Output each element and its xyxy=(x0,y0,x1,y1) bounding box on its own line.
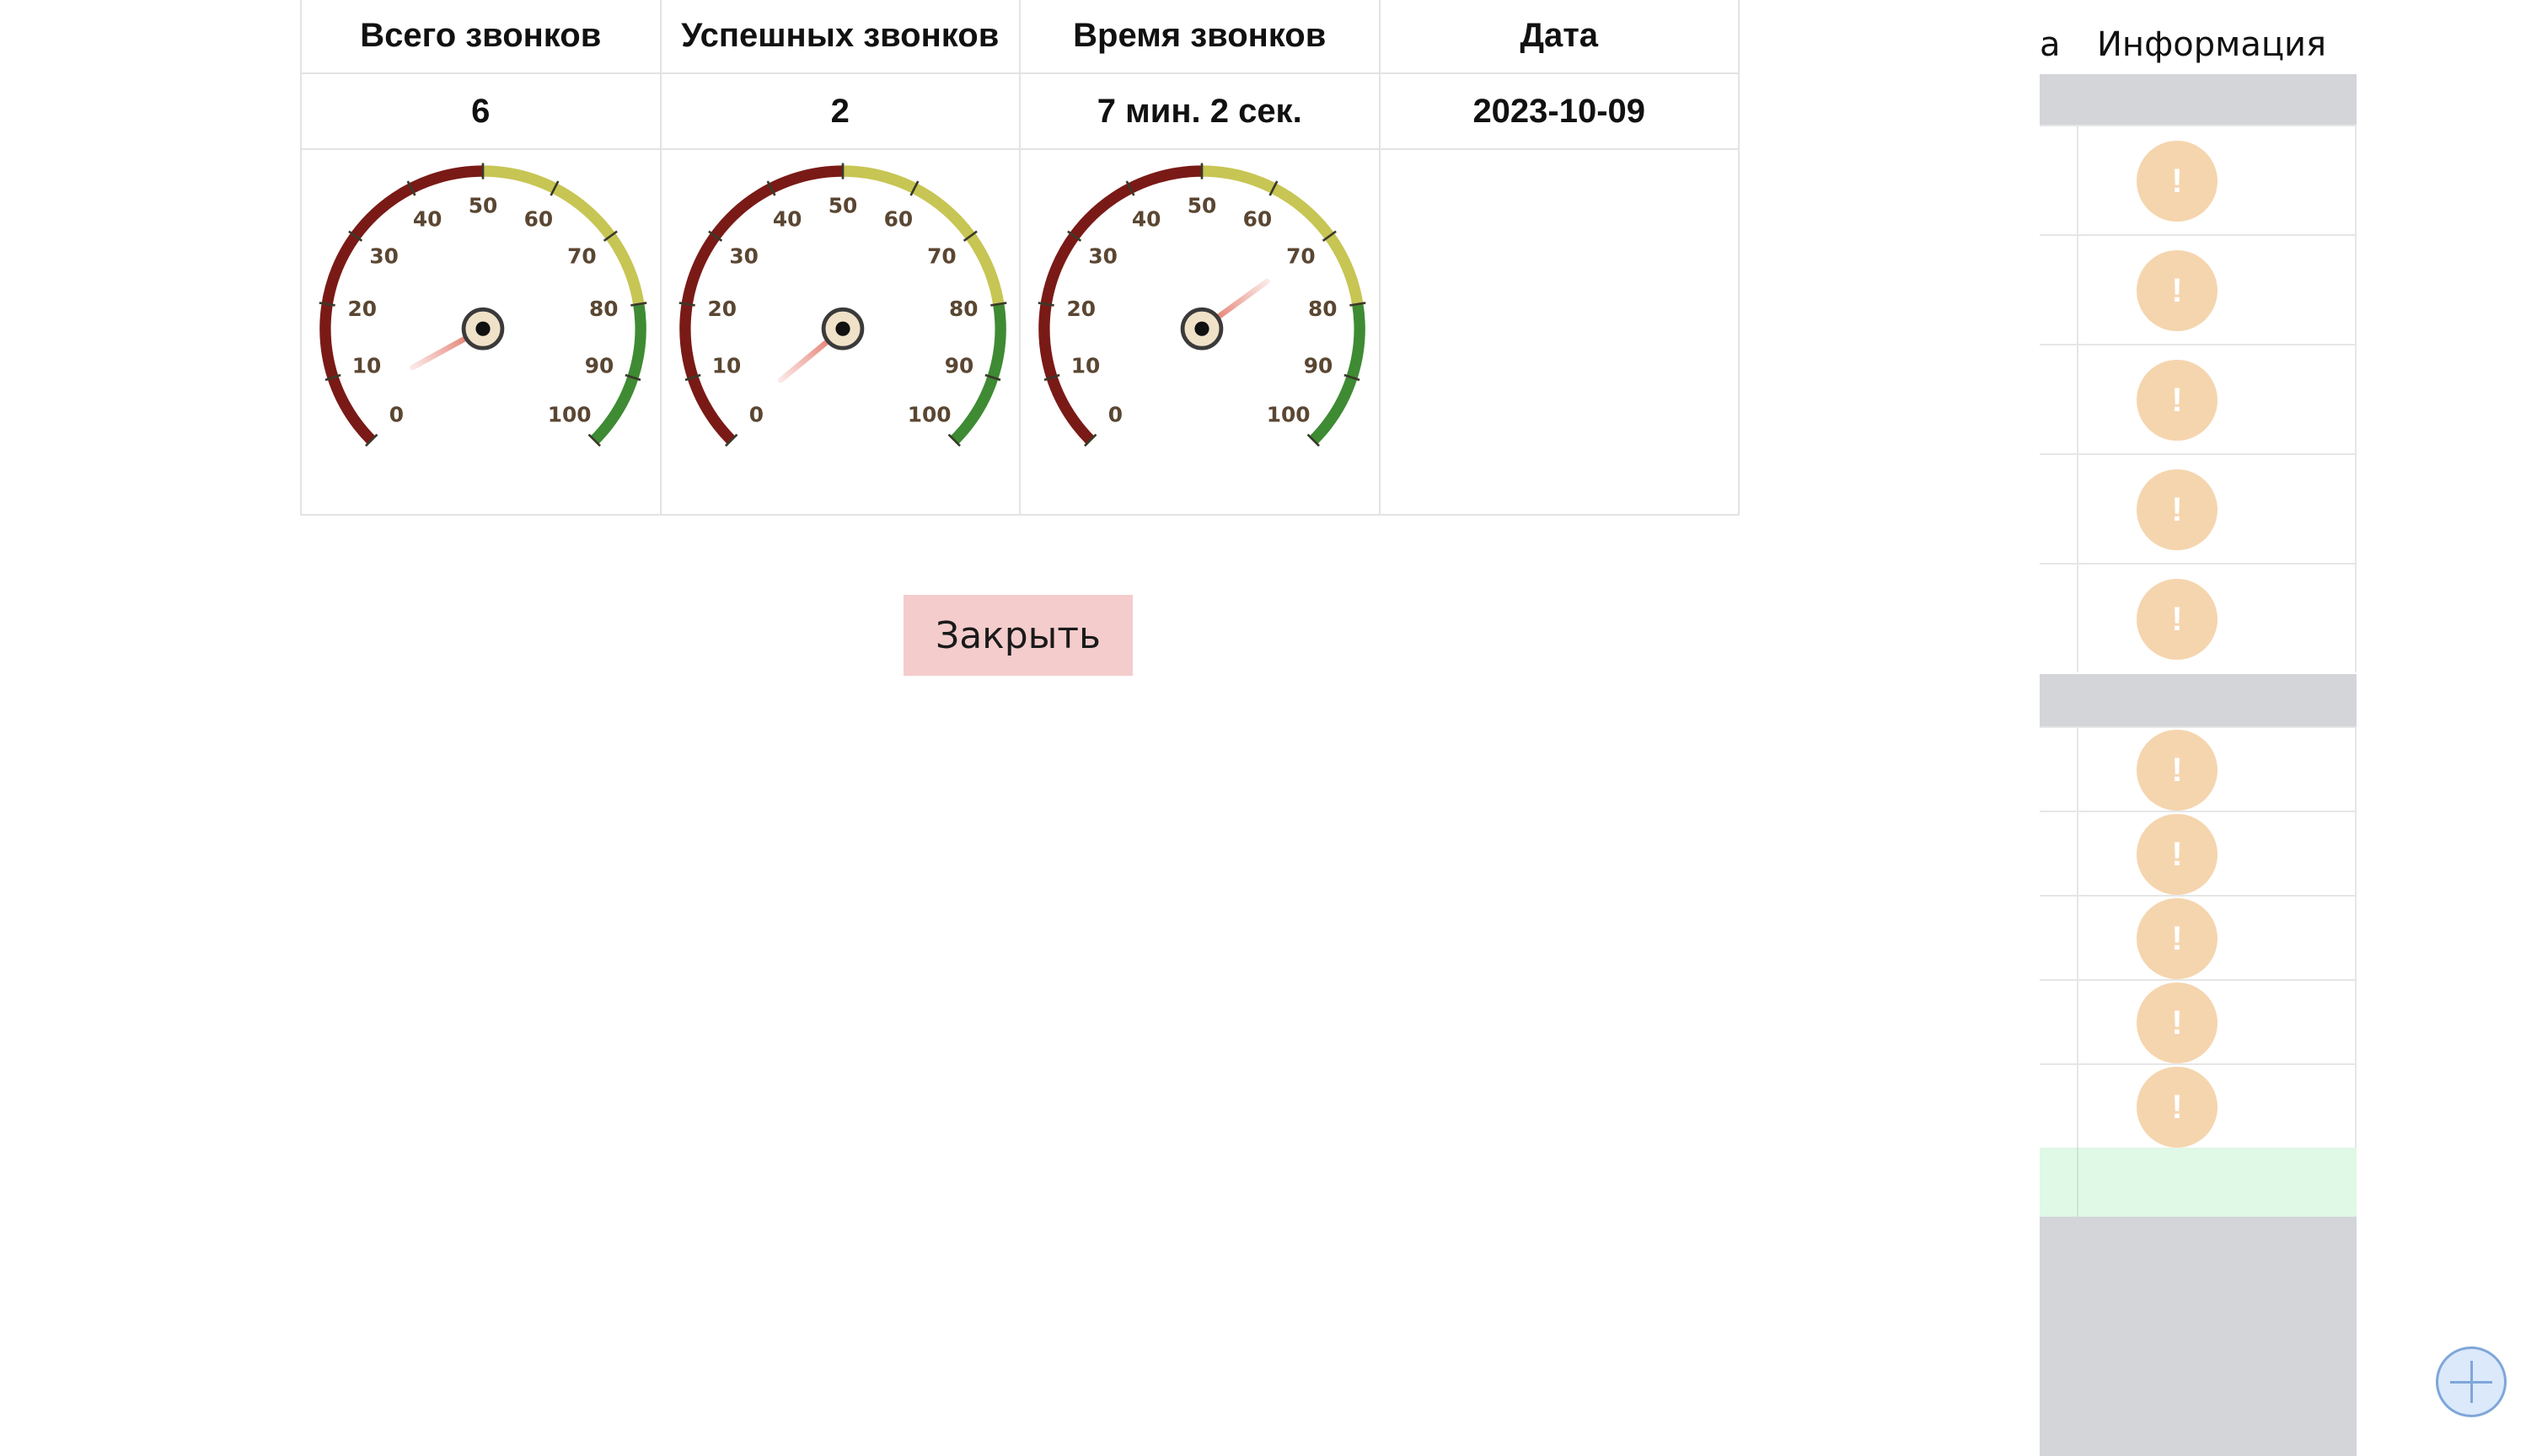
add-button[interactable] xyxy=(2436,1346,2507,1417)
gauge-tick-label: 10 xyxy=(1071,354,1101,378)
warning-icon[interactable]: ! xyxy=(2137,360,2218,441)
panel-row: ! xyxy=(2040,234,2357,344)
gauge-tick-label: 100 xyxy=(548,402,592,426)
gauge-tick-label: 10 xyxy=(352,354,382,378)
warning-icon[interactable]: ! xyxy=(2137,250,2218,331)
warning-icon[interactable]: ! xyxy=(2137,898,2218,979)
header-total-calls: Всего звонков xyxy=(300,0,662,74)
panel-cell xyxy=(2040,126,2078,234)
warning-icon[interactable]: ! xyxy=(2137,579,2218,660)
panel-row: ! xyxy=(2040,344,2357,453)
value-successful-calls: 2 xyxy=(659,72,1021,150)
gauge-tick-label: 50 xyxy=(828,194,857,218)
warning-icon[interactable]: ! xyxy=(2137,814,2218,895)
panel-row: ! xyxy=(2040,895,2357,979)
gauge-cell-successful: 0 10 20 30 40 50 60 70 80 90 100 xyxy=(659,148,1021,516)
gauge-cell-empty xyxy=(1378,148,1740,516)
header-call-time: Время звонков xyxy=(1019,0,1381,74)
total-row xyxy=(2040,1148,2357,1217)
stats-gauge-row: 0 10 20 30 40 50 60 70 80 90 100 0 10 20 30 40 50 60 70 80… xyxy=(300,148,1740,516)
gauge-yellow-zone xyxy=(1201,165,1364,305)
gauge-tick-label: 70 xyxy=(567,244,597,269)
warning-icon[interactable]: ! xyxy=(2137,1067,2218,1148)
panel-cell xyxy=(2040,812,2078,895)
panel-cell xyxy=(2040,345,2078,453)
group-header-band-2 xyxy=(2040,674,2357,726)
gauge-total-calls: 0 10 20 30 40 50 60 70 80 90 100 xyxy=(319,163,647,447)
gauge-tick-label: 80 xyxy=(589,297,619,321)
panel-row: ! xyxy=(2040,453,2357,563)
gauge-call-time: 0 10 20 30 40 50 60 70 80 90 100 xyxy=(1038,163,1366,447)
stats-header-row: Всего звонков Успешных звонков Время зво… xyxy=(300,0,1740,74)
gauge-hub-center xyxy=(475,321,491,336)
gauge-tick-label: 100 xyxy=(907,402,951,426)
gauge-successful-calls: 0 10 20 30 40 50 60 70 80 90 100 xyxy=(678,163,1006,447)
stats-table: Всего звонков Успешных звонков Время зво… xyxy=(300,0,1740,516)
panel-cell xyxy=(2040,565,2078,672)
gauge-tick-label: 30 xyxy=(369,244,399,269)
panel-cell xyxy=(2040,455,2078,563)
gauge-tick-label: 60 xyxy=(524,207,554,232)
gauge-tick-label: 20 xyxy=(347,297,377,321)
partial-column-header: а xyxy=(2040,25,2061,64)
warning-icon[interactable]: ! xyxy=(2137,982,2218,1063)
gauge-tick-label: 90 xyxy=(944,354,973,378)
panel-cell xyxy=(2040,1065,2078,1148)
gauge-cell-time: 0 10 20 30 40 50 60 70 80 90 100 xyxy=(1019,148,1381,516)
gauge-tick-label: 80 xyxy=(949,297,979,321)
panel-row: ! xyxy=(2040,811,2357,895)
panel-row: ! xyxy=(2040,125,2357,234)
gauge-tick-label: 30 xyxy=(729,244,759,269)
bottom-band xyxy=(2040,1217,2357,1456)
stats-value-row: 6 2 7 мин. 2 сек. 2023-10-09 xyxy=(300,72,1740,150)
panel-row: ! xyxy=(2040,563,2357,672)
value-date: 2023-10-09 xyxy=(1378,72,1740,150)
warning-icon[interactable]: ! xyxy=(2137,730,2218,811)
panel-row: ! xyxy=(2040,726,2357,811)
value-call-time: 7 мин. 2 сек. xyxy=(1019,72,1381,150)
gauge-hub-center xyxy=(1194,321,1209,336)
gauge-tick-label: 20 xyxy=(1066,297,1096,321)
gauge-tick-label: 80 xyxy=(1308,297,1338,321)
panel-row: ! xyxy=(2040,979,2357,1063)
gauge-yellow-zone xyxy=(482,165,645,305)
warning-icon[interactable]: ! xyxy=(2137,469,2218,550)
panel-cell xyxy=(2040,897,2078,979)
close-button[interactable]: Закрыть xyxy=(904,595,1133,676)
gauge-tick-label: 60 xyxy=(883,207,913,232)
gauge-tick-label: 90 xyxy=(585,354,614,378)
gauge-tick-label: 50 xyxy=(469,194,498,218)
group-header-band xyxy=(2040,74,2357,125)
header-date: Дата xyxy=(1378,0,1740,74)
gauge-tick-label: 0 xyxy=(389,402,404,426)
gauge-tick-label: 60 xyxy=(1243,207,1273,232)
gauge-cell-total: 0 10 20 30 40 50 60 70 80 90 100 xyxy=(300,148,662,516)
panel-cell xyxy=(2040,728,2078,811)
panel-row: ! xyxy=(2040,1063,2357,1148)
gauge-tick-label: 30 xyxy=(1088,244,1118,269)
gauge-tick-label: 50 xyxy=(1188,194,1217,218)
gauge-tick-label: 70 xyxy=(927,244,957,269)
gauge-tick-label: 90 xyxy=(1304,354,1333,378)
gauge-tick-label: 40 xyxy=(1132,207,1161,232)
value-total-calls: 6 xyxy=(300,72,662,150)
gauge-tick-label: 40 xyxy=(772,207,802,232)
panel-cell xyxy=(2040,981,2078,1063)
side-panel-header: а Информация xyxy=(2040,0,2357,74)
info-column-header: Информация xyxy=(2097,25,2327,64)
gauge-tick-label: 20 xyxy=(707,297,737,321)
gauge-tick-label: 0 xyxy=(1108,402,1123,426)
gauge-tick-label: 10 xyxy=(711,354,741,378)
gauge-tick-label: 40 xyxy=(413,207,442,232)
gauge-hub-center xyxy=(834,321,850,336)
gauge-tick-label: 70 xyxy=(1286,244,1316,269)
warning-icon[interactable]: ! xyxy=(2137,141,2218,222)
header-successful-calls: Успешных звонков xyxy=(659,0,1021,74)
gauge-tick-label: 100 xyxy=(1267,402,1311,426)
side-panel: а Информация !!!!! !!!!! xyxy=(2040,0,2357,1456)
gauge-tick-label: 0 xyxy=(748,402,763,426)
panel-cell xyxy=(2040,236,2078,344)
gauge-yellow-zone xyxy=(842,165,1004,305)
